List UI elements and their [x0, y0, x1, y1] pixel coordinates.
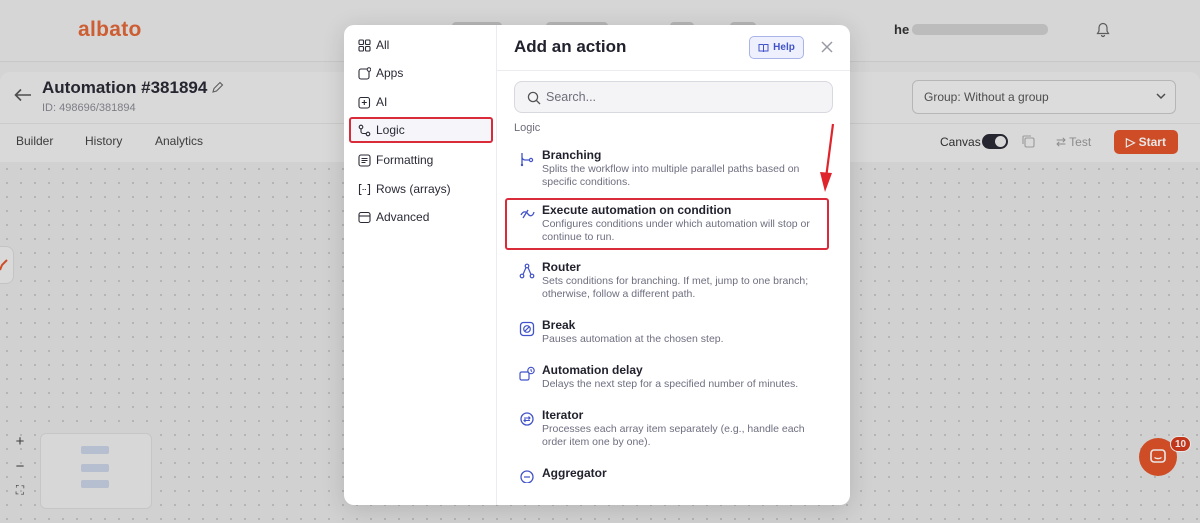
category-sidebar: All Apps AI Logic Formatting Rows (array…	[344, 25, 497, 505]
close-icon[interactable]	[817, 37, 837, 57]
advanced-icon	[358, 211, 371, 223]
category-label: Apps	[376, 66, 404, 80]
action-description: Processes each array item separately (e.…	[542, 423, 805, 448]
router-icon	[519, 263, 535, 279]
action-title: Break	[542, 318, 576, 332]
category-logic[interactable]: Logic	[349, 117, 493, 143]
category-rows-arrays[interactable]: Rows (arrays)	[349, 176, 493, 202]
category-all[interactable]: All	[349, 32, 493, 58]
category-label: Formatting	[376, 153, 434, 167]
action-title: Automation delay	[542, 363, 643, 377]
action-description: Configures conditions under which automa…	[542, 218, 810, 243]
action-description: Pauses automation at the chosen step.	[542, 333, 724, 345]
action-item-branching[interactable]: Branching Splits the workflow into multi…	[505, 143, 829, 188]
action-title: Iterator	[542, 408, 584, 422]
help-button[interactable]: Help	[749, 36, 804, 59]
search-box	[514, 81, 833, 113]
action-description: Delays the next step for a specified num…	[542, 378, 799, 390]
logic-icon	[358, 124, 371, 136]
action-title: Branching	[542, 148, 602, 162]
help-label: Help	[773, 42, 795, 53]
action-item-router[interactable]: Router Sets conditions for branching. If…	[505, 255, 829, 303]
category-advanced[interactable]: Advanced	[349, 204, 493, 230]
grid-icon	[358, 38, 371, 52]
category-formatting[interactable]: Formatting	[349, 147, 493, 173]
branching-icon	[520, 153, 534, 167]
action-item-automation-delay[interactable]: Automation delay Delays the next step fo…	[505, 358, 829, 394]
category-label: AI	[376, 95, 388, 109]
action-description: Sets conditions for branching. If met, j…	[542, 275, 809, 300]
action-item-break[interactable]: Break Pauses automation at the chosen st…	[505, 313, 829, 349]
category-label: Logic	[376, 123, 405, 137]
search-input[interactable]	[546, 82, 826, 112]
category-ai[interactable]: AI	[349, 89, 493, 115]
action-title: Aggregator	[542, 466, 607, 480]
action-item-aggregator[interactable]: Aggregator	[505, 461, 829, 483]
apps-icon	[358, 66, 371, 80]
condition-icon	[520, 209, 535, 219]
iterator-icon	[520, 412, 534, 426]
modal-title: Add an action	[514, 37, 627, 56]
action-panel: Add an action Help Logic	[497, 25, 850, 505]
action-item-execute-on-condition[interactable]: Execute automation on condition Configur…	[505, 198, 829, 250]
formatting-icon	[358, 153, 371, 167]
delay-icon	[519, 366, 535, 381]
search-icon	[527, 91, 541, 105]
divider	[497, 70, 850, 71]
action-title: Router	[542, 260, 581, 274]
brackets-icon	[358, 183, 371, 195]
category-label: Rows (arrays)	[376, 182, 451, 196]
category-label: All	[376, 38, 390, 52]
action-list: Branching Splits the workflow into multi…	[497, 143, 850, 483]
break-icon	[519, 321, 535, 337]
add-action-modal: All Apps AI Logic Formatting Rows (array…	[344, 25, 850, 505]
aggregator-icon	[520, 470, 534, 483]
category-label: Advanced	[376, 210, 430, 224]
book-icon	[758, 43, 769, 52]
ai-sparkle-icon	[358, 96, 371, 109]
action-item-iterator[interactable]: Iterator Processes each array item separ…	[505, 403, 829, 451]
action-title: Execute automation on condition	[542, 203, 732, 217]
category-apps[interactable]: Apps	[349, 60, 493, 86]
section-label: Logic	[514, 122, 541, 134]
action-description: Splits the workflow into multiple parall…	[542, 163, 800, 188]
